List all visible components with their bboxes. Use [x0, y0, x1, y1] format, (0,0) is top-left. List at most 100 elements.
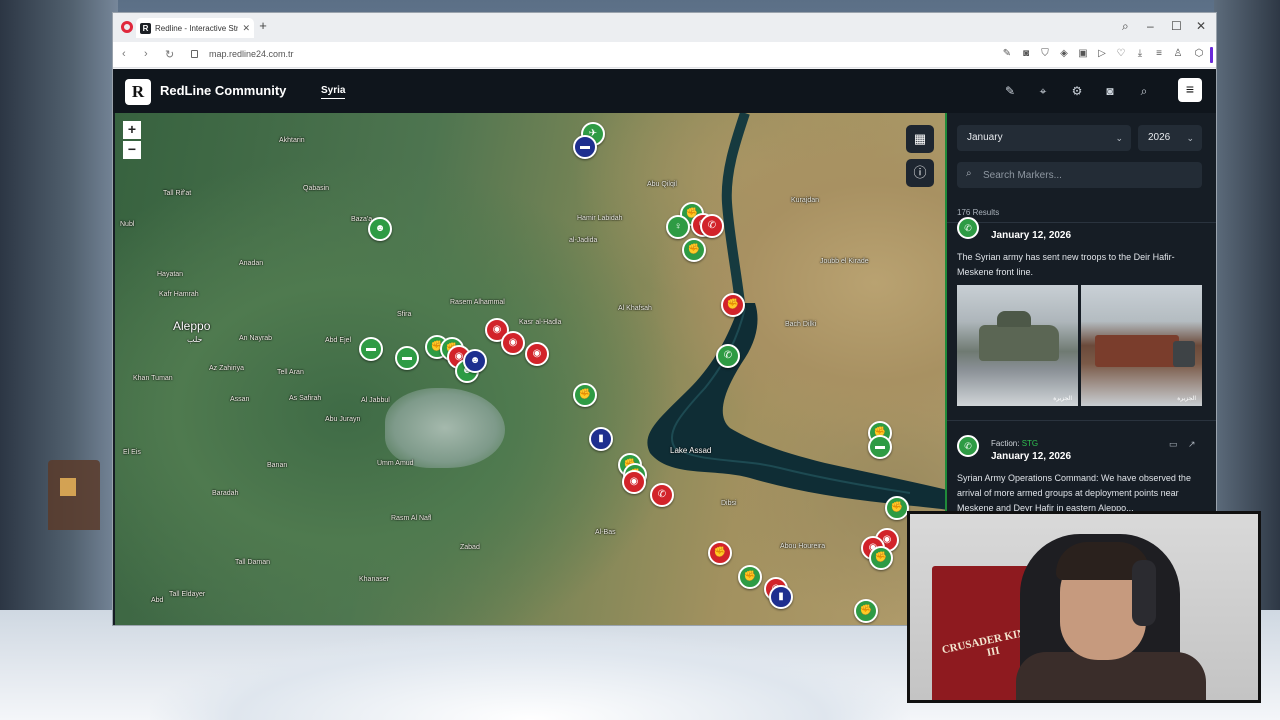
minimize-button[interactable]: – [1147, 19, 1154, 33]
map-marker-blue[interactable]: ▬ [573, 135, 597, 159]
map-label-abu-qilqil: Abu Qilqil [647, 181, 677, 188]
zoom-out-button[interactable]: − [123, 141, 141, 159]
map-marker-blue[interactable]: ☻ [463, 349, 487, 373]
map-canvas[interactable]: Aleppo حلب Lake Assad Akhtarin Tall Rif'… [115, 113, 947, 625]
map-label-az-zahiriya: Az Zahiriya [209, 365, 245, 372]
download-icon[interactable]: ⤓ [1134, 48, 1146, 59]
month-select[interactable]: January ⌄ [957, 125, 1131, 151]
truck-shape [1095, 335, 1179, 367]
camera-icon[interactable]: ◙ [1020, 48, 1032, 59]
tank-shape [979, 325, 1059, 361]
map-label-el-eis: El Eis [123, 449, 141, 456]
map-layers-button[interactable]: ▦ [906, 125, 934, 153]
map-info-button[interactable]: ⓘ [906, 159, 934, 187]
jabbul-salt-lake [385, 388, 505, 468]
profile-icon[interactable]: ♙ [1172, 48, 1184, 59]
maximize-button[interactable]: ☐ [1171, 19, 1182, 33]
map-label-tall-daman: Tall Daman [235, 559, 271, 566]
lake-assad-water [647, 303, 947, 510]
forward-icon[interactable]: › [144, 48, 148, 60]
year-select[interactable]: 2026 ⌄ [1138, 125, 1202, 151]
map-marker-red[interactable]: ◉ [501, 331, 525, 355]
map-marker-red[interactable]: ✊ [708, 541, 732, 565]
map-label-nubl: Nubl [120, 221, 135, 228]
euphrates-river [721, 113, 750, 303]
map-label-akhtarin: Akhtarin [279, 137, 305, 144]
vpn-icon[interactable]: ◈ [1058, 48, 1070, 59]
map-marker-green[interactable]: ▬ [868, 435, 892, 459]
map-label-an-nayrab: An Nayrab [239, 335, 273, 342]
wallpaper-snow-hill [150, 630, 910, 720]
map-marker-red[interactable]: ◉ [622, 470, 646, 494]
chevron-down-icon: ⌄ [1115, 133, 1123, 143]
map-marker-red[interactable]: ✆ [650, 483, 674, 507]
map-label-kafr-hamrah: Kafr Hamrah [159, 291, 199, 298]
map-marker-green[interactable]: ✊ [869, 546, 893, 570]
marker-search-input[interactable] [983, 162, 1193, 188]
draw-icon[interactable]: ✎ [1002, 83, 1018, 99]
tab-close-icon[interactable]: ✕ [242, 23, 250, 34]
extensions-icon[interactable]: ⬡ [1193, 48, 1205, 59]
brand-logo[interactable]: R [125, 79, 151, 105]
map-marker-green[interactable]: ☻ [368, 217, 392, 241]
external-link-icon[interactable]: ↗ [1188, 439, 1196, 450]
wallet-icon[interactable]: ▣ [1077, 48, 1089, 59]
video-icon[interactable]: ▭ [1169, 439, 1178, 450]
map-marker-green[interactable]: ✊ [573, 383, 597, 407]
hamburger-menu-button[interactable]: ≡ [1178, 78, 1202, 102]
new-tab-button[interactable]: + [256, 18, 270, 33]
news-photo-truck[interactable]: الجزيرة [1081, 285, 1202, 406]
map-marker-green[interactable]: ▬ [395, 346, 419, 370]
map-label-lake-assad: Lake Assad [670, 446, 712, 455]
settings-icon[interactable]: ⚙ [1069, 83, 1085, 99]
map-label-joubb-el-kirade: Joubb el Kirade [820, 258, 869, 265]
map-marker-blue[interactable]: ▮ [589, 427, 613, 451]
map-marker-blue[interactable]: ▮ [769, 585, 793, 609]
map-marker-red[interactable]: ◉ [525, 342, 549, 366]
location-pin-icon[interactable]: ⌖ [1035, 83, 1051, 99]
map-label-abu-jurayn: Abu Jurayn [325, 416, 361, 423]
close-window-button[interactable]: ✕ [1196, 19, 1206, 33]
play-icon[interactable]: ▷ [1096, 48, 1108, 59]
search-icon[interactable]: ⌕ [1136, 83, 1152, 99]
map-marker-green[interactable]: ✊ [885, 496, 909, 520]
news-photo-tank[interactable]: الجزيرة [957, 285, 1078, 406]
opera-logo-icon[interactable] [121, 21, 133, 33]
nav-tab-syria[interactable]: Syria [321, 85, 346, 99]
heart-icon[interactable]: ♡ [1115, 48, 1127, 59]
menu-lines-icon[interactable]: ≡ [1153, 48, 1165, 59]
faction-label-text: Faction: [991, 439, 1020, 448]
truck-cab-shape [1173, 341, 1195, 367]
browser-tab[interactable]: R Redline - Interactive Strat ✕ [136, 18, 254, 38]
map-marker-red[interactable]: ✆ [700, 214, 724, 238]
card-date: January 12, 2026 [991, 230, 1072, 241]
map-label-al-jadida: al-Jadida [569, 237, 598, 244]
map-marker-red[interactable]: ✊ [721, 293, 745, 317]
chevron-down-icon: ⌄ [1186, 133, 1194, 143]
shield-icon[interactable]: ⛉ [1039, 48, 1051, 59]
map-marker-green[interactable]: ✊ [682, 238, 706, 262]
map-label-umm-amud: Umm Amud [377, 460, 414, 467]
marker-search-box: ⌕ [957, 162, 1202, 188]
map-label-anadan: Anadan [239, 260, 264, 267]
faction-marker-icon: ✆ [957, 435, 979, 457]
screenshot-camera-icon[interactable]: ◙ [1102, 83, 1118, 99]
map-marker-green[interactable]: ▬ [359, 337, 383, 361]
zoom-in-button[interactable]: + [123, 121, 141, 139]
lock-icon [191, 50, 198, 58]
map-marker-green[interactable]: ✊ [854, 599, 878, 623]
map-marker-green[interactable]: ✊ [738, 565, 762, 589]
url-field[interactable]: map.redline24.com.tr [209, 49, 294, 59]
map-marker-green[interactable]: ✆ [716, 344, 740, 368]
back-icon[interactable]: ‹ [122, 48, 126, 60]
browser-search-icon[interactable]: ⌕ [1122, 19, 1129, 34]
map-marker-green[interactable]: ♀ [666, 215, 690, 239]
brand-name[interactable]: RedLine Community [160, 83, 286, 98]
site-header: R RedLine Community Syria ✎ ⌖ ⚙ ◙ ⌕ ≡ [113, 69, 1216, 113]
faction-label: Faction: STG [991, 439, 1038, 448]
edit-icon[interactable]: ✎ [1001, 48, 1013, 59]
map-label-tall-rifat: Tall Rif'at [163, 190, 192, 197]
map-label-rasem-alhammal: Rasem Alhammal [450, 299, 505, 306]
map-label-assan: Assan [230, 396, 250, 403]
reload-icon[interactable]: ↻ [165, 48, 174, 61]
